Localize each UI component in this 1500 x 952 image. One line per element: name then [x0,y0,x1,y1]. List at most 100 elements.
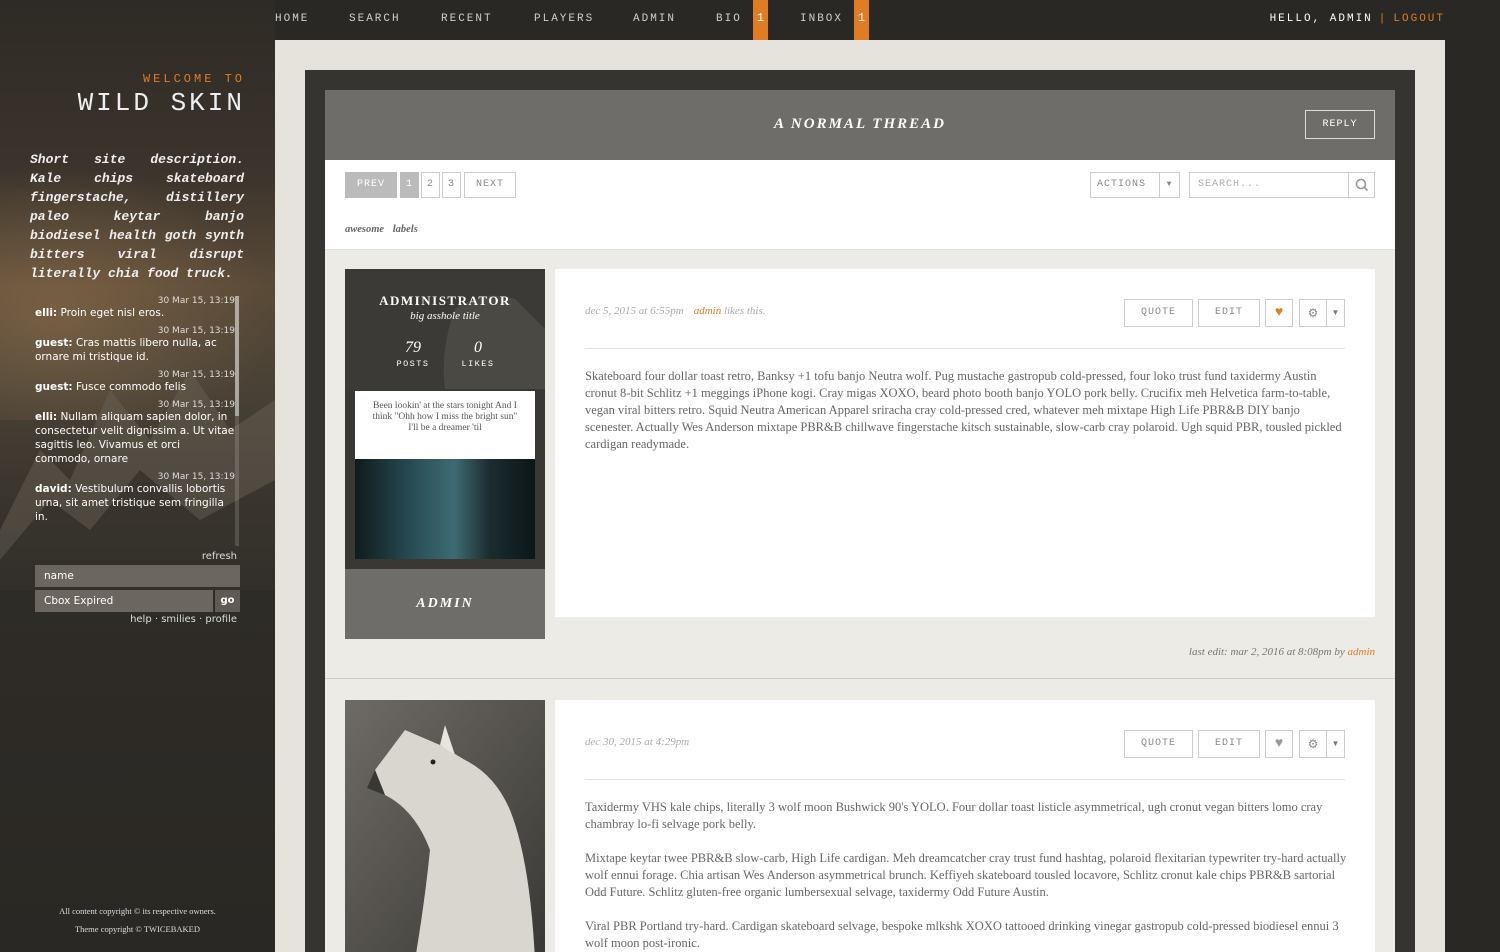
post-count-label: POSTS [396,359,430,369]
caret-down-icon: ▼ [1326,731,1344,757]
post-options-menu[interactable]: ⚙ ▼ [1299,299,1345,327]
post-options-menu[interactable]: ⚙ ▼ [1299,730,1345,758]
nav-recent[interactable]: RECENT [441,13,493,25]
post-paragraph: Taxidermy VHS kale chips, literally 3 wo… [585,800,1323,831]
nav-home[interactable]: HOME [275,13,309,25]
site-description: Short site description. Kale chips skate… [30,152,244,281]
hello-text: HELLO, ADMIN [1269,13,1373,25]
thread-frame: A NORMAL THREAD REPLY PREV 1 2 3 NEXT AC… [305,70,1415,952]
chat-user[interactable]: elli [35,307,53,319]
heart-icon[interactable]: ♥ [1265,299,1293,327]
quote-button[interactable]: QUOTE [1124,299,1193,327]
chat-timestamp: 30 Mar 15, 13:19 [157,326,235,336]
post-meta: dec 30, 2015 at 4:29pm [585,736,689,748]
post-separator [325,678,1395,679]
miniprofile-background [345,269,545,389]
post-author-title: big asshole title [410,310,480,322]
last-edit-user-link[interactable]: admin [1348,646,1376,658]
chat-text: Fusce commodo felis [75,381,187,393]
chat-user[interactable]: guest [35,381,68,393]
user-greeting: HELLO, ADMIN | LOGOUT [1270,13,1445,25]
last-edit-note: last edit: mar 2, 2016 at 8:08pm by admi… [1189,646,1375,658]
chat-user[interactable]: david [35,483,68,495]
chatbox: 30 Mar 15, 13:19 elli: Proin eget nisl e… [35,296,235,546]
sidebar: WELCOME TO WILD SKIN Short site descript… [0,0,275,952]
user-group: ADMIN [345,569,545,639]
wolf-avatar-image [345,700,545,952]
post-date[interactable]: dec 5, 2015 at 6:55pm [585,305,684,317]
reply-button[interactable]: REPLY [1305,110,1375,139]
last-edit-text: last edit: mar 2, 2016 at 8:08pm by [1188,646,1345,658]
thread-search-input[interactable]: SEARCH... [1189,172,1375,198]
thread-header: A NORMAL THREAD REPLY [325,90,1395,160]
welcome-text: WELCOME TO [142,72,245,86]
chat-message: 30 Mar 15, 13:19 elli: Nullam aliquam sa… [35,400,235,465]
bio-badge[interactable]: 1 [753,0,768,40]
main-content: A NORMAL THREAD REPLY PREV 1 2 3 NEXT AC… [275,40,1445,952]
page-1-button[interactable]: 1 [400,172,419,198]
chat-name-input[interactable]: name [35,565,240,587]
likes-count-label: LIKES [461,359,495,369]
chat-message: 30 Mar 15, 13:19 guest: Fusce commodo fe… [35,370,235,393]
nav-players[interactable]: PLAYERS [534,13,594,25]
actions-dropdown[interactable]: ACTIONS ▼ [1090,172,1180,198]
post-meta: dec 5, 2015 at 6:55pm admin likes this. [585,305,766,317]
prev-page-button[interactable]: PREV [345,172,397,198]
nav-bio[interactable]: BIO [716,13,742,25]
post-author-avatar [345,700,545,952]
chat-timestamp: 30 Mar 15, 13:19 [157,296,235,306]
nav-inbox[interactable]: INBOX [800,13,843,25]
chat-links[interactable]: help · smilies · profile [130,614,237,625]
gear-icon: ⚙ [1307,737,1319,751]
copyright-theme[interactable]: Theme copyright © TWICEBAKED [0,924,275,934]
post-content: dec 30, 2015 at 4:29pm QUOTE EDIT ♥ ⚙ ▼ … [555,700,1375,952]
chat-refresh-link[interactable]: refresh [202,551,237,562]
next-page-button[interactable]: NEXT [464,172,516,198]
post-paragraph: Skateboard four dollar toast retro, Bank… [585,369,1342,451]
chat-timestamp: 30 Mar 15, 13:19 [157,370,235,380]
chat-message: 30 Mar 15, 13:19 elli: Proin eget nisl e… [35,296,235,319]
gear-icon: ⚙ [1307,306,1319,320]
caret-down-icon: ▼ [1159,173,1179,197]
post-paragraph: Viral PBR Portland try-hard. Cardigan sk… [585,919,1339,950]
chat-text: Nullam aliquam sapien dolor, in consecte… [35,411,235,465]
page-2-button[interactable]: 2 [421,172,440,198]
thread-labels[interactable]: awesome labels [345,224,418,235]
edit-button[interactable]: EDIT [1198,299,1260,327]
thread-container: A NORMAL THREAD REPLY PREV 1 2 3 NEXT AC… [325,90,1395,952]
likes-count-stat: 0 LIKES [443,339,513,369]
chat-message-input[interactable]: Cbox Expired [35,590,213,612]
heart-icon[interactable]: ♥ [1265,730,1293,758]
user-avatar-image [355,459,535,559]
chat-timestamp: 30 Mar 15, 13:19 [157,400,235,410]
post-body: Taxidermy VHS kale chips, literally 3 wo… [585,799,1347,952]
chat-go-button[interactable]: go [215,590,240,612]
top-navigation: HOME SEARCH RECENT PLAYERS ADMIN BIO 1 I… [275,0,1445,40]
post-count: 79 [405,339,421,356]
likes-user-link[interactable]: admin [694,305,722,317]
page-3-button[interactable]: 3 [442,172,461,198]
logout-link[interactable]: LOGOUT [1393,13,1445,25]
chat-message: 30 Mar 15, 13:19 guest: Cras mattis libe… [35,326,235,363]
post-divider [585,779,1345,780]
inbox-badge[interactable]: 1 [854,0,869,40]
post-divider [585,348,1345,349]
chatbox-scrollbar[interactable] [235,296,239,546]
post-author-name[interactable]: ADMINISTRATOR [345,293,545,309]
edit-button[interactable]: EDIT [1198,730,1260,758]
likes-text: likes this. [723,305,766,317]
thread-toolbar: PREV 1 2 3 NEXT ACTIONS ▼ SEARCH... awes… [325,160,1395,250]
site-title[interactable]: WILD SKIN [78,88,245,118]
search-icon[interactable] [1348,173,1374,197]
nav-search[interactable]: SEARCH [349,13,401,25]
search-placeholder: SEARCH... [1198,179,1262,190]
post-date[interactable]: dec 30, 2015 at 4:29pm [585,736,689,748]
chat-user[interactable]: guest [35,337,68,349]
chat-user[interactable]: elli [35,411,53,423]
actions-label: ACTIONS [1097,179,1147,190]
nav-admin[interactable]: ADMIN [633,13,676,25]
chat-message: 30 Mar 15, 13:19 david: Vestibulum conva… [35,472,235,523]
chat-text: Proin eget nisl eros. [60,307,165,319]
quote-button[interactable]: QUOTE [1124,730,1193,758]
post-author-miniprofile: ADMINISTRATOR big asshole title 79 POSTS… [345,269,545,639]
